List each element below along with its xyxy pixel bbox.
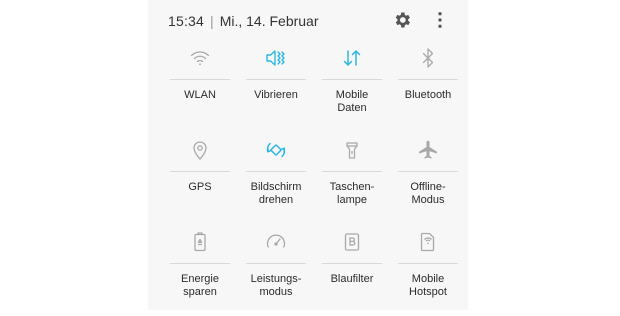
tile-leistungsmodus[interactable]: Leistungs- modus <box>240 224 312 316</box>
tile-label: Offline- Modus <box>410 181 446 206</box>
bluetooth-icon <box>422 48 434 68</box>
flashlight-icon <box>346 142 358 159</box>
blue-light-filter-icon <box>344 233 360 251</box>
tile-mobile-daten[interactable]: Mobile Daten <box>316 40 388 132</box>
tile-divider <box>398 263 458 264</box>
header-actions <box>392 9 454 31</box>
tile-label: WLAN <box>184 89 216 101</box>
tile-label: GPS <box>188 181 212 193</box>
mobile-data-icon <box>343 50 361 66</box>
battery-saver-icon <box>194 232 206 252</box>
tile-label: Vibrieren <box>254 89 298 101</box>
tile-divider <box>398 171 458 172</box>
tile-blaufilter[interactable]: Blaufilter <box>316 224 388 316</box>
tile-taschenlampe[interactable]: Taschen- lampe <box>316 132 388 224</box>
tile-divider <box>170 263 230 264</box>
wifi-icon <box>190 51 210 66</box>
tile-divider <box>322 79 382 80</box>
settings-gear-icon[interactable] <box>392 10 412 30</box>
tile-label: Bluetooth <box>404 89 452 101</box>
tile-label: Mobile Hotspot <box>409 273 447 298</box>
tile-divider <box>246 263 306 264</box>
more-options-icon[interactable] <box>430 10 450 30</box>
tile-label: Mobile Daten <box>335 89 369 114</box>
tile-gps[interactable]: GPS <box>164 132 236 224</box>
tile-label: Bildschirm drehen <box>250 181 302 206</box>
tile-label: Energie sparen <box>181 273 219 298</box>
tile-label: Leistungs- modus <box>250 273 302 298</box>
tile-divider <box>398 79 458 80</box>
tile-divider <box>246 171 306 172</box>
tile-divider <box>322 171 382 172</box>
status-bar: 15:34 | Mi., 14. Februar <box>168 10 319 32</box>
quick-settings-grid: WLAN Vibrieren Mobile Daten Bluetooth GP <box>164 40 464 316</box>
vibrate-icon <box>266 50 285 66</box>
tile-divider <box>170 171 230 172</box>
location-pin-icon <box>193 141 207 160</box>
tile-mobile-hotspot[interactable]: Mobile Hotspot <box>392 224 464 316</box>
tile-vibrieren[interactable]: Vibrieren <box>240 40 312 132</box>
hotspot-icon <box>420 232 435 252</box>
rotate-screen-icon <box>266 142 286 158</box>
date: Mi., 14. Februar <box>219 13 319 29</box>
tile-offline-modus[interactable]: Offline- Modus <box>392 132 464 224</box>
clock: 15:34 <box>168 13 205 29</box>
tile-label: Blaufilter <box>330 273 374 285</box>
tile-bildschirm-drehen[interactable]: Bildschirm drehen <box>240 132 312 224</box>
tile-divider <box>246 79 306 80</box>
tile-wlan[interactable]: WLAN <box>164 40 236 132</box>
status-separator: | <box>210 13 214 29</box>
tile-divider <box>322 263 382 264</box>
tile-label: Taschen- lampe <box>329 181 375 206</box>
speedometer-icon <box>266 234 286 248</box>
tile-divider <box>170 79 230 80</box>
tile-bluetooth[interactable]: Bluetooth <box>392 40 464 132</box>
tile-energie-sparen[interactable]: Energie sparen <box>164 224 236 316</box>
airplane-icon <box>419 140 437 159</box>
